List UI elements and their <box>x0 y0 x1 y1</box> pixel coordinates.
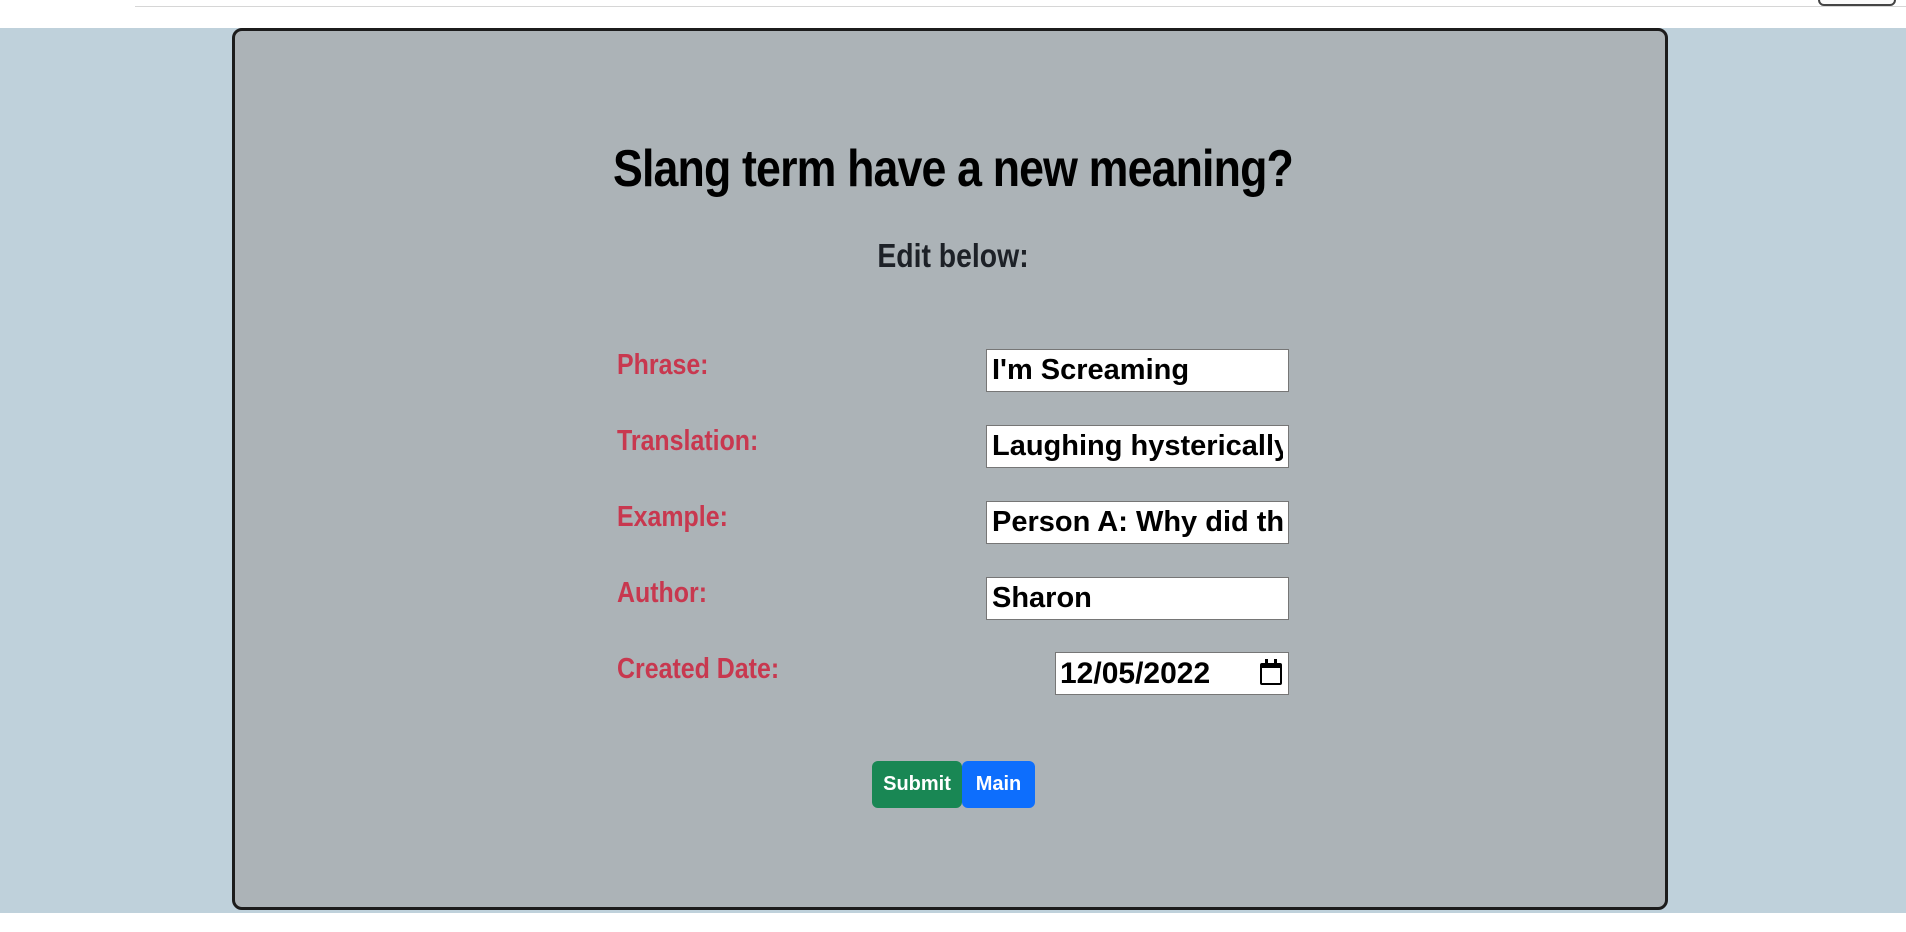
translation-label: Translation: <box>617 425 759 457</box>
created-date-value: 12/05/2022 <box>1060 656 1211 690</box>
created-date-label: Created Date: <box>617 653 780 685</box>
phrase-label: Phrase: <box>617 349 709 381</box>
author-label: Author: <box>617 577 708 609</box>
calendar-icon[interactable] <box>1260 658 1282 685</box>
top-divider <box>135 6 1906 7</box>
edit-card: Slang term have a new meaning? Edit belo… <box>232 28 1668 910</box>
main-button[interactable]: Main <box>962 761 1035 808</box>
author-input[interactable] <box>986 577 1289 620</box>
example-label: Example: <box>617 501 728 533</box>
browser-top-strip <box>0 0 1906 28</box>
created-date-input[interactable]: 12/05/2022 <box>1055 652 1289 695</box>
top-right-control[interactable] <box>1818 0 1896 6</box>
page-title: Slang term have a new meaning? <box>613 140 1294 198</box>
translation-input[interactable] <box>986 425 1289 468</box>
page-subtitle: Edit below: <box>877 237 1029 274</box>
example-input[interactable] <box>986 501 1289 544</box>
phrase-input[interactable] <box>986 349 1289 392</box>
submit-button[interactable]: Submit <box>872 761 962 808</box>
